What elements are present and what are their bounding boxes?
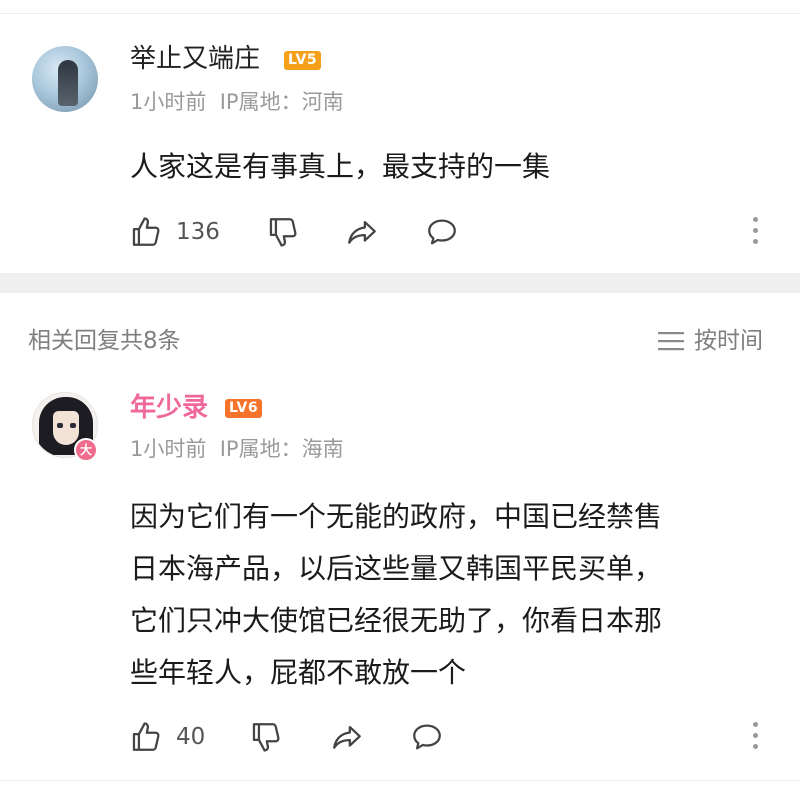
more-options-icon[interactable] (751, 722, 759, 756)
related-replies-count: 相关回复共8条 (28, 328, 181, 354)
like-icon[interactable] (129, 720, 163, 754)
comment-text: 人家这是有事真上，最支持的一集 (130, 141, 550, 193)
username[interactable]: 举止又端庄 (130, 44, 260, 74)
comment-line: 它们只冲大使馆已经很无助了，你看日本那 (130, 604, 663, 637)
sort-label: 按时间 (694, 328, 763, 354)
vip-badge: 大 (74, 438, 98, 462)
more-options-icon[interactable] (751, 217, 759, 251)
like-icon[interactable] (129, 215, 163, 249)
comment-line: 因为它们有一个无能的政府，中国已经禁售 (130, 500, 663, 533)
reply-icon[interactable] (409, 720, 445, 754)
top-divider (0, 13, 800, 14)
dislike-icon[interactable] (249, 720, 283, 754)
share-icon[interactable] (329, 720, 365, 754)
comment-meta: 1小时前 IP属地：河南 (130, 90, 344, 114)
comment-line: 日本海产品，以后这些量又韩国平民买单， (130, 552, 663, 585)
share-icon[interactable] (344, 215, 380, 249)
comment-line: 些年轻人，屁都不敢放一个 (130, 656, 467, 689)
avatar[interactable] (32, 46, 98, 112)
level-badge: LV6 (225, 399, 263, 418)
bottom-divider (0, 780, 800, 781)
ip-location: IP属地：海南 (219, 437, 344, 461)
comment-line: 人家这是有事真上，最支持的一集 (130, 150, 551, 183)
comment-meta: 1小时前 IP属地：海南 (130, 437, 344, 461)
comment-time: 1小时前 (130, 437, 207, 461)
like-count: 40 (176, 724, 206, 750)
ip-location: IP属地：河南 (219, 90, 344, 114)
level-badge: LV5 (284, 51, 322, 70)
dislike-icon[interactable] (266, 215, 300, 249)
like-count: 136 (176, 219, 220, 245)
section-separator (0, 273, 800, 293)
reply-icon[interactable] (424, 215, 460, 249)
sort-by-time-button[interactable]: 按时间 (658, 326, 763, 356)
comment-time: 1小时前 (130, 90, 207, 114)
sort-icon (658, 332, 684, 351)
username[interactable]: 年少录 (130, 393, 208, 423)
comment-text: 因为它们有一个无能的政府，中国已经禁售 日本海产品，以后这些量又韩国平民买单， … (130, 491, 780, 699)
